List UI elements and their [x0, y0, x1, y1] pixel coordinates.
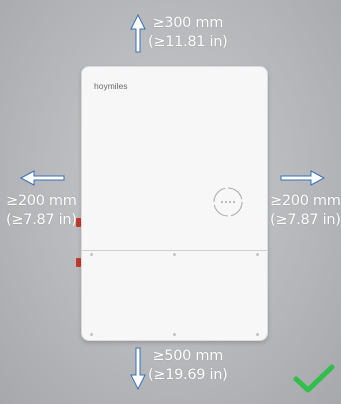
left-clearance-in: (≥7.87 in) [6, 212, 77, 228]
right-clearance-mm: ≥200 mm [270, 193, 341, 209]
top-clearance-label: ≥300 mm (≥11.81 in) [148, 14, 228, 52]
arrow-up-icon [130, 13, 146, 53]
screw [90, 333, 93, 336]
indicator-ring-icon [213, 187, 243, 217]
screw [90, 253, 93, 256]
bottom-clearance-mm: ≥500 mm [152, 348, 224, 364]
arrow-right-icon [280, 170, 326, 186]
screw [256, 333, 259, 336]
brand-logo: hoymiles [94, 81, 128, 91]
installation-clearance-diagram: ≥300 mm (≥11.81 in) ≥200 mm (≥7.87 in) ≥… [0, 0, 341, 404]
screw [173, 253, 176, 256]
checkmark-icon [293, 364, 335, 393]
top-clearance-in: (≥11.81 in) [148, 34, 228, 50]
inverter-device: hoymiles [81, 66, 268, 341]
left-clearance-label: ≥200 mm (≥7.87 in) [6, 192, 77, 230]
bottom-clearance-label: ≥500 mm (≥19.69 in) [148, 347, 228, 385]
panel-divider [82, 250, 267, 251]
right-clearance-in: (≥7.87 in) [270, 212, 341, 228]
left-clearance-mm: ≥200 mm [6, 193, 77, 209]
right-clearance-label: ≥200 mm (≥7.87 in) [270, 192, 341, 230]
arrow-left-icon [19, 170, 65, 186]
screw [256, 253, 259, 256]
top-clearance-mm: ≥300 mm [152, 15, 224, 31]
bottom-clearance-in: (≥19.69 in) [148, 367, 228, 383]
arrow-down-icon [130, 347, 146, 391]
screw [173, 333, 176, 336]
